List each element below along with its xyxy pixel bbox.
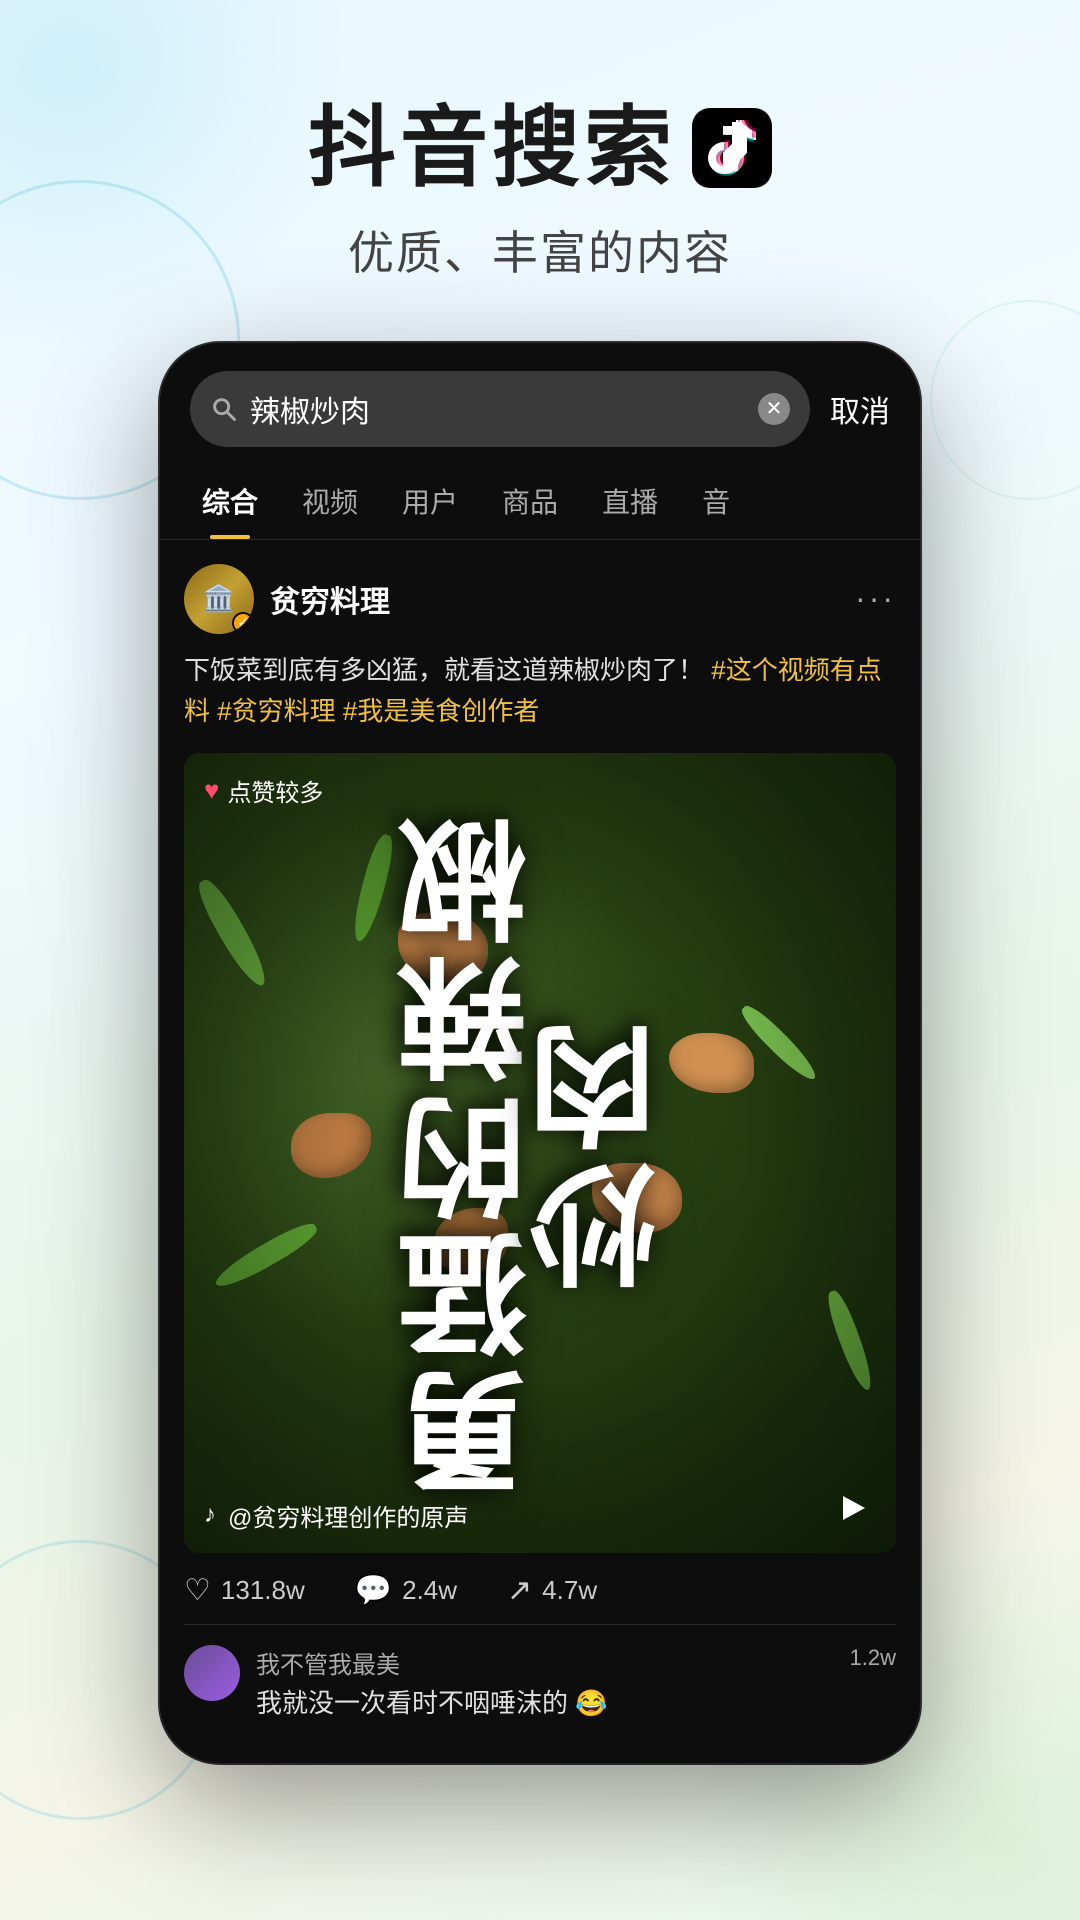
tab-综合[interactable]: 综合 <box>180 463 280 539</box>
tiktok-logo-icon <box>692 108 772 188</box>
comment-username[interactable]: 我不管我最美 <box>256 1645 820 1680</box>
post-header: 🏛️ ✓ 贫穷料理 ··· <box>184 564 896 634</box>
app-title: 抖音搜索 <box>0 100 1080 197</box>
username[interactable]: 贫穷料理 <box>270 577 390 621</box>
play-button[interactable] <box>826 1483 876 1533</box>
more-options-icon[interactable]: ··· <box>855 580 896 617</box>
phone-inner: 辣椒炒肉 ✕ 取消 综合 视频 用户 商品 直播 音 <box>160 343 920 1763</box>
post-text: 下饭菜到底有多凶猛，就看这道辣椒炒肉了！ <box>184 655 704 685</box>
video-container[interactable]: 勇猛的辣椒炒肉 ♥ 点赞较多 ♪ @贫穷料理创作的原声 <box>184 753 896 1553</box>
heart-icon: ♡ <box>184 1573 211 1608</box>
tab-bar: 综合 视频 用户 商品 直播 音 <box>160 463 920 540</box>
audio-logo-icon: ♪ <box>204 1501 216 1529</box>
header-section: 抖音搜索 优质、丰富的内容 <box>0 0 1080 343</box>
search-bar-row: 辣椒炒肉 ✕ 取消 <box>160 343 920 463</box>
comment-content: 我不管我最美 我就没一次看时不咽唾沫的 😂 <box>256 1645 820 1723</box>
post-description: 下饭菜到底有多凶猛，就看这道辣椒炒肉了！ #这个视频有点料 #贫穷料理 #我是美… <box>184 650 896 733</box>
like-count: 131.8w <box>221 1575 305 1606</box>
tab-直播[interactable]: 直播 <box>580 463 680 539</box>
tab-商品[interactable]: 商品 <box>480 463 580 539</box>
tab-音[interactable]: 音 <box>680 463 752 539</box>
content-area: 🏛️ ✓ 贫穷料理 ··· 下饭菜到底有多凶猛，就看这道辣椒炒肉了！ #这个视频… <box>160 540 920 1763</box>
comment-item: 我不管我最美 我就没一次看时不咽唾沫的 😂 1.2w <box>184 1645 896 1723</box>
clear-icon[interactable]: ✕ <box>758 393 790 425</box>
comments-section: 我不管我最美 我就没一次看时不咽唾沫的 😂 1.2w <box>184 1625 896 1763</box>
share-count-item[interactable]: ↗ 4.7w <box>507 1573 597 1608</box>
like-count-item[interactable]: ♡ 131.8w <box>184 1573 305 1608</box>
like-badge: ♥ 点赞较多 <box>204 773 323 808</box>
video-calligraphy: 勇猛的辣椒炒肉 <box>410 753 670 1553</box>
phone-frame: 辣椒炒肉 ✕ 取消 综合 视频 用户 商品 直播 音 <box>160 343 920 1763</box>
audio-text: @贫穷料理创作的原声 <box>228 1498 468 1533</box>
share-count: 4.7w <box>542 1575 597 1606</box>
comment-count-item[interactable]: 💬 2.4w <box>355 1573 457 1608</box>
tab-视频[interactable]: 视频 <box>280 463 380 539</box>
comment-likes: 1.2w <box>836 1645 896 1671</box>
comment-text: 我就没一次看时不咽唾沫的 😂 <box>256 1684 820 1723</box>
share-icon: ↗ <box>507 1573 532 1608</box>
phone-wrapper: 辣椒炒肉 ✕ 取消 综合 视频 用户 商品 直播 音 <box>0 343 1080 1763</box>
comment-icon: 💬 <box>355 1573 392 1608</box>
engagement-row: ♡ 131.8w 💬 2.4w ↗ 4.7w <box>184 1553 896 1625</box>
comment-count: 2.4w <box>402 1575 457 1606</box>
search-icon <box>210 395 238 423</box>
audio-bar: ♪ @贫穷料理创作的原声 <box>204 1498 836 1533</box>
user-info: 🏛️ ✓ 贫穷料理 <box>184 564 390 634</box>
comment-avatar-image <box>184 1645 240 1701</box>
cancel-button[interactable]: 取消 <box>830 387 890 431</box>
subtitle: 优质、丰富的内容 <box>0 217 1080 283</box>
search-query: 辣椒炒肉 <box>250 387 746 431</box>
app-title-text: 抖音搜索 <box>308 100 676 197</box>
comment-avatar <box>184 1645 240 1701</box>
video-text-overlay: 勇猛的辣椒炒肉 <box>184 753 896 1553</box>
tab-用户[interactable]: 用户 <box>380 463 480 539</box>
verified-badge: ✓ <box>232 612 254 634</box>
avatar: 🏛️ ✓ <box>184 564 254 634</box>
search-input-wrapper[interactable]: 辣椒炒肉 ✕ <box>190 371 810 447</box>
like-badge-text: 点赞较多 <box>227 773 323 808</box>
like-badge-heart-icon: ♥ <box>204 775 219 806</box>
